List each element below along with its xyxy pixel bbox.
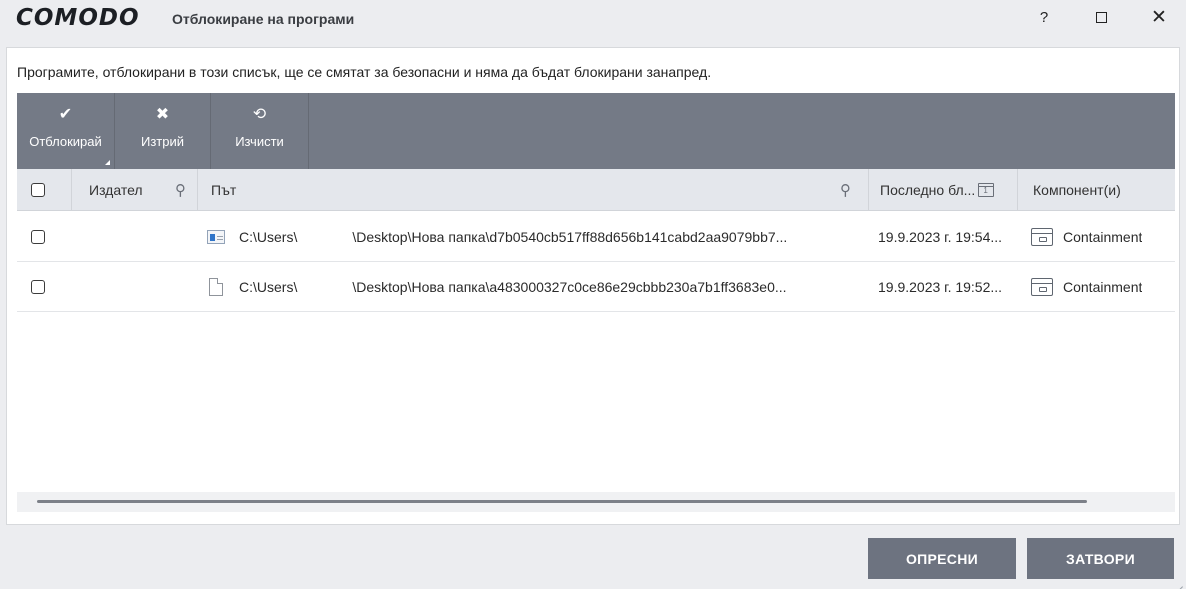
column-path[interactable]: Път	[211, 169, 236, 211]
column-components[interactable]: Компонент(и)	[1033, 169, 1121, 211]
maximize-icon	[1095, 11, 1107, 23]
row-path-suffix: \Desktop\Нова папка\d7b0540cb517ff88d656…	[352, 228, 788, 245]
select-all-checkbox-cell	[31, 169, 45, 211]
row-component: Containment	[1063, 228, 1143, 245]
row-path-prefix: C:\Users\	[239, 278, 298, 295]
row-checkbox[interactable]	[31, 279, 45, 294]
row-checkbox-cell	[31, 212, 45, 261]
resize-grip-icon[interactable]	[1172, 576, 1183, 589]
refresh-button[interactable]: ОПРЕСНИ	[868, 538, 1016, 579]
clear-label: Изчисти	[235, 134, 284, 149]
close-window-button[interactable]: ✕	[1141, 4, 1177, 30]
table-row[interactable]: C:\Users\ \Desktop\Нова папка\a483000327…	[17, 262, 1175, 312]
table-row[interactable]: C:\Users\ \Desktop\Нова папка\d7b0540cb5…	[17, 212, 1175, 262]
comodo-logo: COMODO	[16, 5, 140, 31]
unblock-button[interactable]: ✔ Отблокирай	[17, 93, 115, 169]
containment-icon	[1031, 277, 1053, 296]
maximize-button[interactable]	[1083, 4, 1119, 30]
column-publisher-label: Издател	[89, 182, 143, 198]
table-header: Издател ⚲ Път ⚲ Последно бл... Компонент…	[17, 169, 1175, 211]
row-path-cell: C:\Users\ \Desktop\Нова папка\d7b0540cb5…	[207, 212, 867, 261]
column-publisher[interactable]: Издател	[89, 169, 143, 211]
horizontal-scrollbar[interactable]	[17, 492, 1175, 512]
column-last-blocked[interactable]: Последно бл...	[880, 169, 995, 211]
row-checkbox[interactable]	[31, 229, 45, 244]
check-icon: ✔	[58, 106, 73, 123]
x-icon: ✖	[155, 106, 170, 123]
row-path-suffix: \Desktop\Нова папка\a483000327c0ce86e29c…	[352, 278, 787, 295]
main-panel: Програмите, отблокирани в този списък, щ…	[6, 47, 1180, 525]
row-component: Containment	[1063, 278, 1143, 295]
row-checkbox-cell	[31, 262, 45, 311]
column-last-blocked-label: Последно бл...	[880, 182, 976, 198]
exe-icon	[207, 229, 225, 244]
publisher-search-icon[interactable]: ⚲	[175, 169, 186, 211]
row-last-blocked: 19.9.2023 г. 19:52...	[878, 278, 1003, 295]
row-component-cell: Containment	[1031, 262, 1142, 311]
file-icon	[209, 277, 223, 296]
delete-button[interactable]: ✖ Изтрий	[115, 93, 211, 169]
path-search-icon[interactable]: ⚲	[840, 169, 851, 211]
delete-label: Изтрий	[140, 134, 184, 149]
row-path-prefix: C:\Users\	[239, 228, 298, 245]
title-bar: COMODO Отблокиране на програми ? ✕	[0, 0, 1186, 40]
close-button[interactable]: ЗАТВОРИ	[1027, 538, 1174, 579]
description-text: Програмите, отблокирани в този списък, щ…	[17, 64, 712, 80]
help-button[interactable]: ?	[1026, 4, 1062, 30]
refresh-icon: ⟲	[252, 106, 267, 123]
containment-icon	[1031, 227, 1053, 246]
row-path-cell: C:\Users\ \Desktop\Нова папка\a483000327…	[209, 262, 867, 311]
clear-button[interactable]: ⟲ Изчисти	[211, 93, 309, 169]
column-path-label: Път	[211, 182, 237, 198]
calendar-icon[interactable]	[978, 183, 995, 197]
toolbar: ✔ Отблокирай ✖ Изтрий ⟲ Изчисти	[17, 93, 1175, 169]
row-component-cell: Containment	[1031, 212, 1142, 261]
row-last-blocked: 19.9.2023 г. 19:54...	[878, 228, 1003, 245]
dropdown-corner-icon	[105, 160, 110, 165]
unblock-label: Отблокирай	[29, 134, 102, 149]
window-title: Отблокиране на програми	[172, 11, 355, 27]
scrollbar-thumb[interactable]	[37, 500, 1087, 503]
column-components-label: Компонент(и)	[1033, 182, 1121, 198]
select-all-checkbox[interactable]	[31, 183, 45, 197]
